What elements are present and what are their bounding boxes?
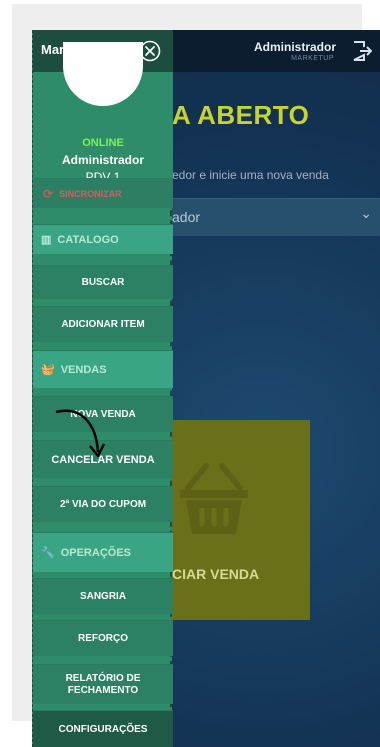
menu-item-label: BUSCAR bbox=[81, 277, 125, 288]
menu-item-label: REFORÇO bbox=[78, 633, 128, 644]
operator-select[interactable]: ador ⌄ bbox=[172, 198, 380, 236]
wrench-icon: 🔧 bbox=[41, 547, 55, 559]
menu-item-label: ADICIONAR ITEM bbox=[61, 319, 145, 330]
menu-item-label: SANGRIA bbox=[79, 591, 127, 602]
user-name: Administrador bbox=[61, 153, 144, 167]
instruction-text: edor e inicie uma nova venda bbox=[172, 168, 329, 182]
section-catalog-label: CATALOGO bbox=[57, 233, 119, 246]
section-catalog: ▥ CATALOGO bbox=[33, 224, 173, 254]
menu-item-label: CONFIGURAÇÕES bbox=[58, 723, 148, 735]
header-user-name[interactable]: Administrador bbox=[254, 40, 336, 54]
menu-item-withdrawal[interactable]: SANGRIA bbox=[33, 578, 173, 614]
menu-item-label-line-1: RELATÓRIO DE bbox=[65, 672, 141, 684]
menu-item-reinforcement[interactable]: REFORÇO bbox=[33, 620, 173, 656]
start-sale-button[interactable]: CIAR VENDA bbox=[172, 420, 310, 620]
screenshot-stage: Administrador MARKETUP A ABERTO edor e i… bbox=[0, 0, 380, 747]
menu-item-search[interactable]: BUSCAR bbox=[33, 265, 173, 299]
basket-icon bbox=[180, 463, 248, 534]
section-sales-label: VENDAS bbox=[60, 363, 107, 376]
menu-item-settings[interactable]: CONFIGURAÇÕES bbox=[33, 710, 173, 747]
annotation-arrow-icon bbox=[55, 409, 106, 458]
basket-small-icon: 🧺 bbox=[41, 364, 55, 376]
header-company-name: MARKETUP bbox=[291, 55, 334, 62]
section-operations-label: OPERAÇÕES bbox=[60, 546, 131, 559]
menu-item-label: 2ª VIA DO CUPOM bbox=[59, 499, 147, 510]
cash-register-title: A ABERTO bbox=[172, 100, 310, 130]
menu-item-receipt-copy[interactable]: 2ª VIA DO CUPOM bbox=[33, 486, 173, 522]
menu-item-label-line-2: FECHAMENTO bbox=[67, 684, 139, 696]
section-operations: 🔧 OPERAÇÕES bbox=[33, 532, 173, 572]
closing-report-label: RELATÓRIO DE FECHAMENTO bbox=[66, 673, 141, 697]
sync-icon: ⟳ bbox=[43, 186, 54, 201]
start-sale-label: CIAR VENDA bbox=[172, 566, 260, 582]
sidebar-menu: MarketUP ONLINE Administrador PDV 1 ⟳ SI… bbox=[32, 30, 173, 747]
barcode-icon: ▥ bbox=[41, 234, 52, 246]
section-sales: 🧺 VENDAS bbox=[33, 350, 173, 388]
operator-value: ador bbox=[172, 209, 201, 225]
sync-button[interactable]: ⟳ SINCRONIZAR bbox=[33, 178, 173, 208]
status-badge: ONLINE bbox=[82, 137, 124, 149]
menu-item-add-item[interactable]: ADICIONAR ITEM bbox=[33, 306, 173, 342]
logout-icon[interactable] bbox=[352, 40, 372, 62]
avatar bbox=[63, 42, 143, 106]
chevron-down-icon: ⌄ bbox=[360, 205, 372, 221]
menu-item-closing-report[interactable]: RELATÓRIO DE FECHAMENTO bbox=[33, 664, 173, 704]
sync-label: SINCRONIZAR bbox=[59, 188, 122, 199]
